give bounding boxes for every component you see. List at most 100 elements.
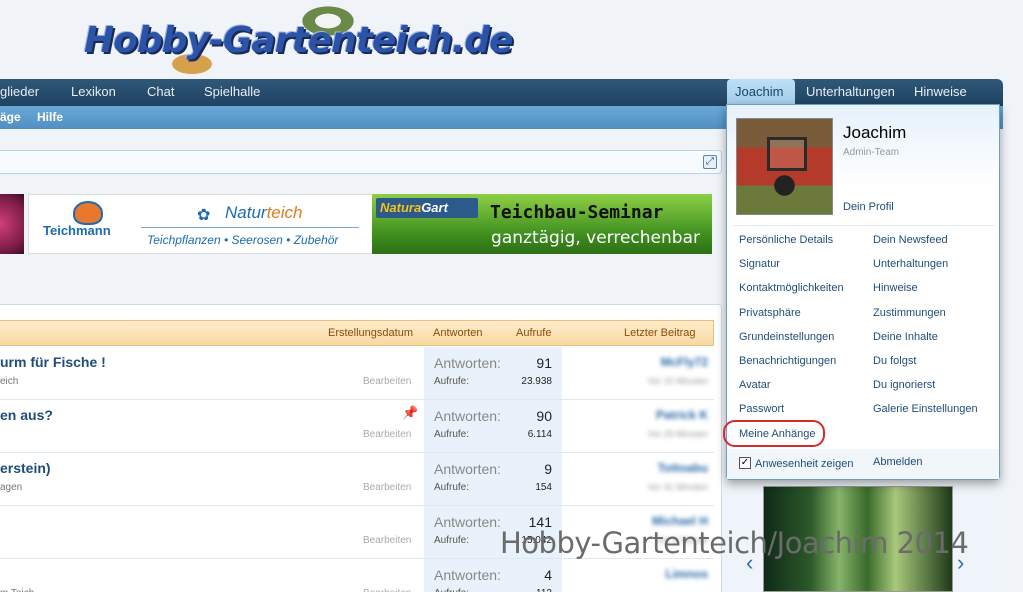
logo-text: Hobby-Gartenteich.de [84, 20, 513, 61]
logout-link[interactable]: Abmelden [873, 456, 923, 468]
table-row[interactable]: m Teich Bearbeiten Antworten: 4 Aufrufe: 112 L… [0, 559, 714, 592]
highlight-circle [723, 420, 825, 447]
views-label: Aufrufe: [434, 588, 469, 592]
tab-mitglieder[interactable]: glieder [0, 79, 47, 106]
teichmann-label: Teichmann [43, 223, 111, 238]
replies-label: Antworten: [434, 461, 501, 477]
user-name: Joachim [843, 123, 907, 142]
user-menu-footer: ✓ Anwesenheit zeigen Abmelden [727, 449, 999, 479]
table-row[interactable]: erstein) agen Bearbeiten Antworten: 9 Aufrufe… [0, 453, 714, 506]
user-menu-header: Joachim Admin-Team Dein Profil [727, 105, 999, 223]
replies-label: Antworten: [434, 514, 501, 530]
header-created[interactable]: Erstellungsdatum [328, 321, 413, 345]
views-count: 6.114 [527, 429, 552, 440]
naturagart-title: Teichbau-Seminar [490, 202, 664, 223]
user-role: Admin-Team [843, 147, 900, 158]
site-logo[interactable]: Hobby-Gartenteich.de [84, 4, 574, 74]
tab-lexikon[interactable]: Lexikon [63, 79, 124, 106]
thread-stats: Antworten: 4 Aufrufe: 112 [424, 559, 562, 592]
edit-link[interactable]: Bearbeiten [363, 429, 411, 440]
menu-item-signatur[interactable]: Signatur [739, 258, 780, 270]
menu-item-passwort[interactable]: Passwort [739, 403, 784, 415]
menu-item-unterhaltungen[interactable]: Unterhaltungen [873, 258, 948, 270]
views-count: 154 [535, 482, 552, 493]
menu-item-benachrichtigungen[interactable]: Benachrichtigungen [739, 355, 836, 367]
thread-forum[interactable]: m Teich [0, 588, 34, 592]
teichmann-banner[interactable]: Teichmann ✿ Naturteich Teichpflanzen • S… [28, 194, 388, 254]
replies-count: 9 [544, 461, 552, 477]
menu-item-persönliche-details[interactable]: Persönliche Details [739, 234, 833, 246]
watermark: Hobby-Gartenteich/Joachim 2014 [500, 526, 969, 560]
replies-count: 91 [536, 355, 552, 371]
naturteich-label: Naturteich [225, 203, 303, 222]
menu-item-kontaktmöglichkeiten[interactable]: Kontaktmöglichkeiten [739, 282, 844, 294]
thread-stats: Antworten: 9 Aufrufe: 154 [424, 453, 562, 505]
replies-label: Antworten: [434, 567, 501, 583]
views-count: 23.938 [521, 376, 552, 387]
menu-item-zustimmungen[interactable]: Zustimmungen [873, 307, 946, 319]
last-post-date: Vor 15 Minuten [647, 376, 708, 386]
last-post-date: Vor 41 Minuten [647, 482, 708, 492]
profile-link[interactable]: Dein Profil [843, 201, 894, 213]
naturagart-banner[interactable]: NaturaGart Teichbau-Seminar ganztägig, v… [372, 194, 712, 254]
menu-item-grundeinstellungen[interactable]: Grundeinstellungen [739, 331, 834, 343]
thread-stats: Antworten: 91 Aufrufe: 23.938 [424, 347, 562, 399]
header-views[interactable]: Aufrufe [516, 321, 551, 345]
menu-item-du-folgst[interactable]: Du folgst [873, 355, 916, 367]
last-post-user[interactable]: Limnos [665, 567, 708, 581]
last-post-user[interactable]: Tottoabu [658, 461, 708, 475]
header-replies[interactable]: Antworten [433, 321, 483, 345]
menu-item-avatar[interactable]: Avatar [739, 379, 771, 391]
teichmann-logo-icon [73, 201, 103, 225]
thread-title[interactable]: en aus? [0, 407, 53, 423]
presence-checkbox[interactable]: ✓ [739, 457, 751, 469]
divider [141, 227, 359, 228]
thread-stats: Antworten: 90 Aufrufe: 6.114 [424, 400, 562, 452]
thread-title[interactable]: urm für Fische ! [0, 354, 106, 370]
avatar[interactable] [736, 118, 833, 215]
views-label: Aufrufe: [434, 482, 470, 493]
last-post-date: Vor 29 Minuten [647, 429, 708, 439]
replies-count: 4 [544, 567, 552, 583]
edit-link[interactable]: Bearbeiten [363, 588, 411, 592]
header-last-post[interactable]: Letzter Beitrag [624, 321, 696, 345]
tab-spielhalle[interactable]: Spielhalle [196, 79, 268, 106]
thread-title[interactable]: erstein) [0, 460, 51, 476]
edit-link[interactable]: Bearbeiten [363, 535, 411, 546]
last-post-user[interactable]: Patrick K [656, 408, 708, 422]
views-label: Aufrufe: [434, 535, 470, 546]
edit-link[interactable]: Bearbeiten [363, 376, 411, 387]
menu-item-deine-inhalte[interactable]: Deine Inhalte [873, 331, 938, 343]
pin-icon: 📌 [402, 405, 419, 420]
lotus-icon: ✿ [197, 207, 211, 224]
naturagart-logo: NaturaGart [376, 198, 478, 218]
table-row[interactable]: urm für Fische ! eich Bearbeiten Antworten:… [0, 347, 714, 400]
tab-unterhaltungen[interactable]: Unterhaltungen [798, 79, 903, 106]
thread-list-header: Erstellungsdatum Antworten Aufrufe Letzt… [0, 320, 714, 346]
menu-item-dein-newsfeed[interactable]: Dein Newsfeed [873, 234, 948, 246]
tractor-cab-graphic [767, 137, 807, 171]
edit-link[interactable]: Bearbeiten [363, 482, 411, 493]
expand-icon[interactable]: ⤢ [703, 155, 717, 169]
views-label: Aufrufe: [434, 376, 470, 387]
main-navbar: glieder Lexikon Chat Spielhalle Joachim … [0, 79, 1003, 106]
subtab-hilfe[interactable]: Hilfe [37, 106, 63, 129]
menu-item-galerie-einstellungen[interactable]: Galerie Einstellungen [873, 403, 978, 415]
tab-chat[interactable]: Chat [139, 79, 182, 106]
thread-forum[interactable]: eich [0, 376, 18, 387]
views-count: 112 [536, 588, 552, 592]
presence-label[interactable]: Anwesenheit zeigen [755, 458, 853, 470]
table-row[interactable]: en aus? Bearbeiten 📌 Antworten: 90 Aufrufe: 6.… [0, 400, 714, 453]
user-menu-dropdown: Joachim Admin-Team Dein Profil Persönlic… [723, 104, 1000, 480]
subtab-beitraege[interactable]: äge [0, 106, 21, 129]
menu-item-hinweise[interactable]: Hinweise [873, 282, 918, 294]
replies-count: 90 [536, 408, 552, 424]
flower-banner[interactable] [0, 194, 24, 254]
tab-hinweise[interactable]: Hinweise [906, 79, 975, 106]
last-post-user[interactable]: McFly72 [661, 355, 708, 369]
menu-item-du-ignorierst[interactable]: Du ignorierst [873, 379, 935, 391]
tab-user-joachim[interactable]: Joachim [727, 79, 795, 106]
menu-item-privatsphäre[interactable]: Privatsphäre [739, 307, 801, 319]
naturteich-sub: Teichpflanzen • Seerosen • Zubehör [147, 233, 339, 247]
thread-forum[interactable]: agen [0, 482, 22, 493]
